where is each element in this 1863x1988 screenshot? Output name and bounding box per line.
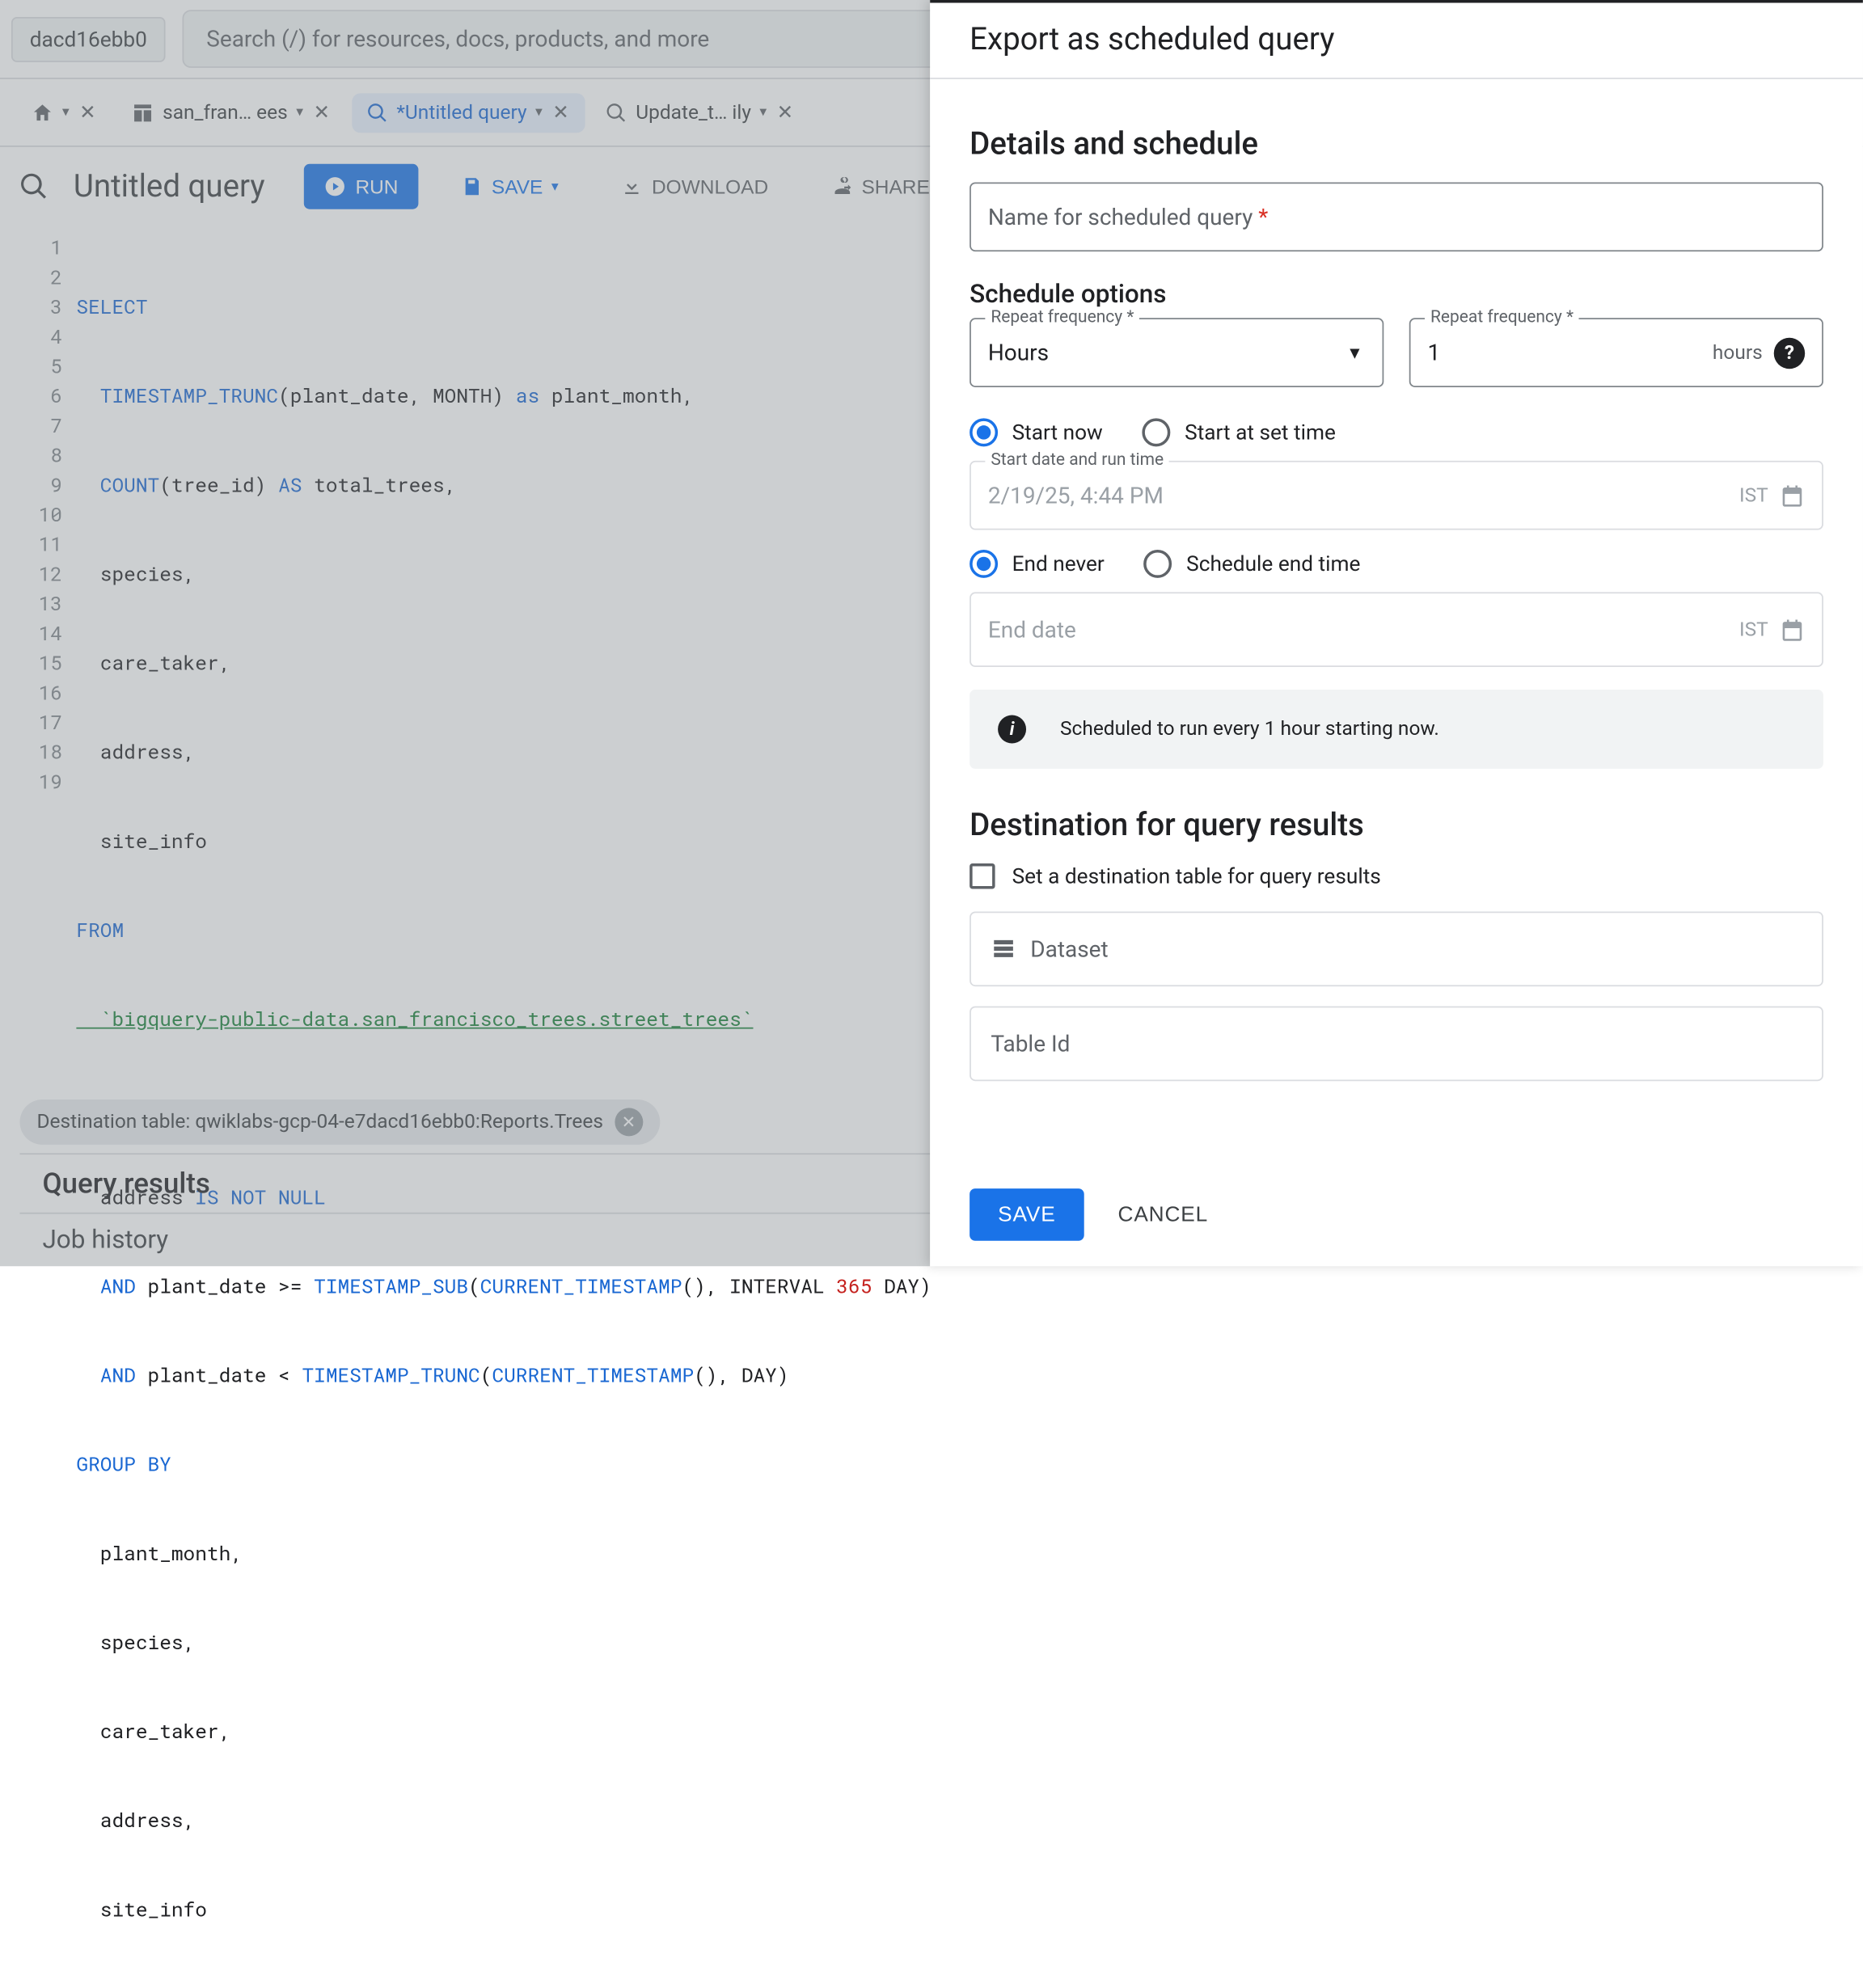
info-text: Scheduled to run every 1 hour starting n… [1060, 718, 1439, 741]
start-now-radio[interactable]: Start now [970, 418, 1103, 446]
field-label: Repeat frequency * [985, 306, 1139, 326]
select-value: Hours [988, 340, 1049, 366]
repeat-frequency-select[interactable]: Repeat frequency * Hours ▾ [970, 318, 1384, 387]
start-date-value: 2/19/25, 4:44 PM [988, 482, 1164, 509]
calendar-icon [1780, 483, 1805, 508]
help-icon[interactable]: ? [1774, 337, 1805, 368]
set-destination-checkbox[interactable]: Set a destination table for query result… [970, 863, 1823, 888]
timezone-label: IST [1739, 484, 1768, 507]
chevron-down-icon: ▾ [1350, 341, 1359, 364]
schedule-end-time-radio[interactable]: Schedule end time [1144, 550, 1361, 578]
details-heading: Details and schedule [970, 127, 1823, 163]
info-icon: i [998, 715, 1026, 743]
field-label: Start date and run time [985, 450, 1169, 469]
destination-heading: Destination for query results [970, 808, 1823, 844]
repeat-frequency-number[interactable]: Repeat frequency * 1 hours? [1409, 318, 1823, 387]
end-never-radio[interactable]: End never [970, 550, 1105, 578]
calendar-icon [1780, 617, 1805, 642]
export-scheduled-query-panel: Export as scheduled query Details and sc… [930, 0, 1863, 1266]
dataset-icon [991, 936, 1016, 961]
name-placeholder: Name for scheduled query * [988, 204, 1268, 230]
start-at-set-time-radio[interactable]: Start at set time [1143, 418, 1336, 446]
number-value: 1 [1427, 340, 1440, 366]
panel-save-button[interactable]: SAVE [970, 1188, 1084, 1241]
dataset-placeholder: Dataset [1030, 935, 1108, 962]
schedule-info-banner: i Scheduled to run every 1 hour starting… [970, 690, 1823, 769]
panel-title: Export as scheduled query [930, 2, 1863, 78]
table-id-field[interactable]: Table Id [970, 1007, 1823, 1082]
modal-scrim [0, 0, 930, 1266]
end-date-field: End date IST [970, 592, 1823, 667]
field-label: Repeat frequency * [1425, 306, 1579, 326]
end-date-placeholder: End date [988, 616, 1076, 643]
checkbox-label: Set a destination table for query result… [1012, 863, 1381, 888]
panel-cancel-button[interactable]: CANCEL [1107, 1188, 1220, 1241]
table-id-placeholder: Table Id [991, 1030, 1070, 1057]
scheduled-query-name-field[interactable]: Name for scheduled query * [970, 182, 1823, 251]
checkbox-box [970, 863, 995, 888]
timezone-label: IST [1739, 618, 1768, 641]
dataset-field[interactable]: Dataset [970, 911, 1823, 986]
start-date-field: Start date and run time 2/19/25, 4:44 PM… [970, 461, 1823, 530]
schedule-options-heading: Schedule options [970, 280, 1823, 310]
unit-label: hours [1713, 341, 1763, 364]
